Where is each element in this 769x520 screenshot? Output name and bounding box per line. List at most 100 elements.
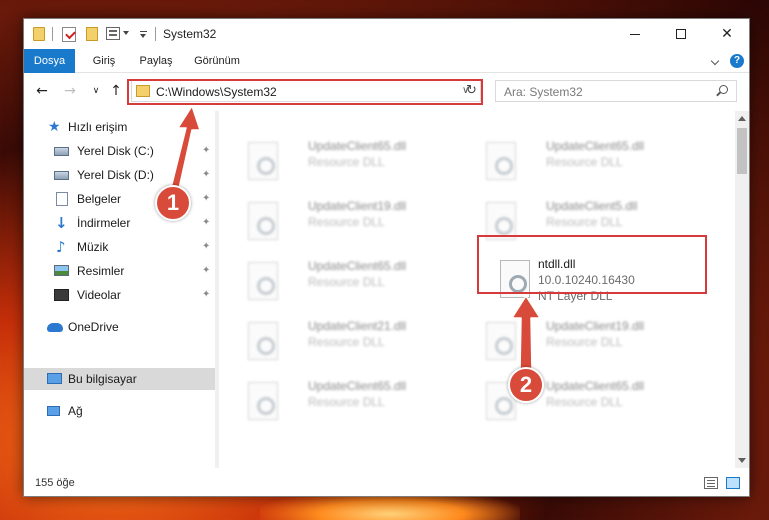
up-arrow-icon[interactable]: ↑	[108, 83, 124, 99]
sidebar-item-label: Ağ	[68, 404, 83, 418]
file-item[interactable]: UpdateClient19.dll Resource DLL	[240, 196, 470, 246]
file-item[interactable]: UpdateClient19.dll Resource DLL	[478, 316, 708, 366]
tab-view[interactable]: Görünüm	[187, 49, 247, 73]
scrollbar-thumb[interactable]	[737, 128, 747, 174]
sidebar-item-label: Hızlı erişim	[68, 120, 128, 134]
sidebar-item-onedrive[interactable]: OneDrive	[24, 316, 215, 338]
pin-icon[interactable]: ✦	[202, 265, 210, 276]
close-icon: ✕	[721, 26, 733, 42]
toolbar-separator	[155, 27, 156, 41]
customize-quick-access-icon[interactable]	[140, 31, 147, 38]
file-type: Resource DLL	[546, 155, 623, 169]
folder-icon	[33, 27, 45, 41]
item-count: 155 öğe	[35, 477, 75, 489]
pin-icon[interactable]: ✦	[202, 217, 210, 228]
vertical-scrollbar[interactable]	[735, 111, 749, 468]
file-name: UpdateClient65.dll	[546, 379, 645, 393]
address-bar-highlight	[127, 79, 483, 105]
dll-file-icon	[248, 262, 278, 300]
sidebar-item-label: Yerel Disk (C:)	[77, 144, 154, 158]
file-type: Resource DLL	[308, 215, 385, 229]
video-icon	[54, 289, 69, 301]
pin-icon[interactable]: ✦	[202, 241, 210, 252]
cloud-icon	[47, 323, 63, 332]
dll-file-icon	[248, 382, 278, 420]
file-name: UpdateClient65.dll	[308, 379, 407, 393]
computer-icon	[47, 373, 62, 384]
sidebar-item-music[interactable]: ♪ Müzik ✦	[24, 236, 215, 258]
tab-file[interactable]: Dosya	[24, 49, 75, 73]
sidebar-item-label: Resimler	[77, 264, 125, 278]
expand-ribbon-icon[interactable]	[710, 56, 720, 66]
picture-icon	[54, 265, 69, 276]
music-icon: ♪	[56, 238, 66, 256]
network-icon	[47, 406, 60, 416]
pin-icon[interactable]: ✦	[202, 145, 210, 156]
close-button[interactable]: ✕	[704, 19, 750, 49]
chevron-down-icon[interactable]	[123, 31, 129, 35]
search-input[interactable]: Ara: System32	[495, 80, 737, 102]
sidebar-item-network[interactable]: Ağ	[24, 400, 215, 422]
pin-icon[interactable]: ✦	[202, 289, 210, 300]
step-badge-2: 2	[508, 367, 544, 403]
scroll-up-icon[interactable]	[738, 116, 746, 121]
back-arrow-icon[interactable]: ←	[34, 83, 50, 99]
file-item[interactable]: UpdateClient65.dll Resource DLL	[240, 136, 470, 186]
sidebar-item-videos[interactable]: Videolar ✦	[24, 284, 215, 306]
ribbon-tabs: Dosya Giriş Paylaş Görünüm ?	[24, 49, 749, 73]
details-view-icon[interactable]	[704, 477, 718, 489]
new-folder-icon[interactable]	[86, 27, 98, 41]
sidebar-item-label: OneDrive	[68, 320, 119, 334]
sidebar-scrollbar[interactable]	[215, 111, 219, 468]
file-type: Resource DLL	[546, 335, 623, 349]
search-placeholder: Ara: System32	[504, 85, 583, 99]
file-type: Resource DLL	[546, 215, 623, 229]
properties-icon[interactable]	[62, 27, 76, 42]
download-icon: ↓	[55, 214, 68, 232]
file-item[interactable]: UpdateClient65.dll Resource DLL	[240, 376, 470, 426]
minimize-button[interactable]	[612, 19, 658, 49]
file-item[interactable]: UpdateClient21.dll Resource DLL	[240, 316, 470, 366]
file-name: UpdateClient65.dll	[308, 139, 407, 153]
dll-file-icon	[248, 322, 278, 360]
drive-icon	[54, 147, 69, 156]
navigation-pane: ★ Hızlı erişim Yerel Disk (C:) ✦ Yerel D…	[24, 111, 215, 468]
sidebar-item-downloads[interactable]: ↓ İndirmeler ✦	[24, 212, 215, 234]
sidebar-item-pictures[interactable]: Resimler ✦	[24, 260, 215, 282]
dll-file-icon	[486, 142, 516, 180]
sidebar-item-label: Belgeler	[77, 192, 122, 206]
file-type: Resource DLL	[308, 155, 385, 169]
view-options-icon[interactable]	[106, 27, 120, 40]
toolbar-separator	[52, 27, 53, 41]
file-name: UpdateClient21.dll	[308, 319, 407, 333]
pin-icon[interactable]: ✦	[202, 169, 210, 180]
file-item[interactable]: UpdateClient65.dll Resource DLL	[478, 136, 708, 186]
document-icon	[56, 192, 68, 206]
file-name: UpdateClient65.dll	[546, 139, 645, 153]
sidebar-item-label: Müzik	[77, 240, 109, 254]
dll-file-icon	[248, 142, 278, 180]
large-icons-view-icon[interactable]	[726, 477, 740, 489]
file-type: Resource DLL	[546, 395, 623, 409]
dll-file-icon	[486, 322, 516, 360]
maximize-button[interactable]	[658, 19, 704, 49]
sidebar-item-quick-access[interactable]: ★ Hızlı erişim	[24, 116, 215, 138]
search-icon[interactable]	[719, 85, 728, 94]
tab-home[interactable]: Giriş	[84, 49, 124, 73]
sidebar-item-label: Yerel Disk (D:)	[77, 168, 154, 182]
recent-locations-icon[interactable]: ∨	[88, 83, 104, 99]
sidebar-item-local-disk-d[interactable]: Yerel Disk (D:) ✦	[24, 164, 215, 186]
tab-share[interactable]: Paylaş	[134, 49, 178, 73]
sidebar-item-local-disk-c[interactable]: Yerel Disk (C:) ✦	[24, 140, 215, 162]
sidebar-item-label: Videolar	[77, 288, 121, 302]
file-item[interactable]: UpdateClient65.dll Resource DLL	[240, 256, 470, 306]
file-type: Resource DLL	[308, 395, 385, 409]
forward-arrow-icon[interactable]: →	[62, 83, 78, 99]
file-name: UpdateClient19.dll	[546, 319, 645, 333]
sidebar-item-this-pc[interactable]: Bu bilgisayar	[24, 368, 215, 390]
help-icon[interactable]: ?	[730, 54, 744, 68]
scroll-down-icon[interactable]	[738, 458, 746, 463]
sidebar-item-label: İndirmeler	[77, 216, 131, 230]
pin-icon[interactable]: ✦	[202, 193, 210, 204]
ntdll-highlight	[477, 235, 707, 294]
